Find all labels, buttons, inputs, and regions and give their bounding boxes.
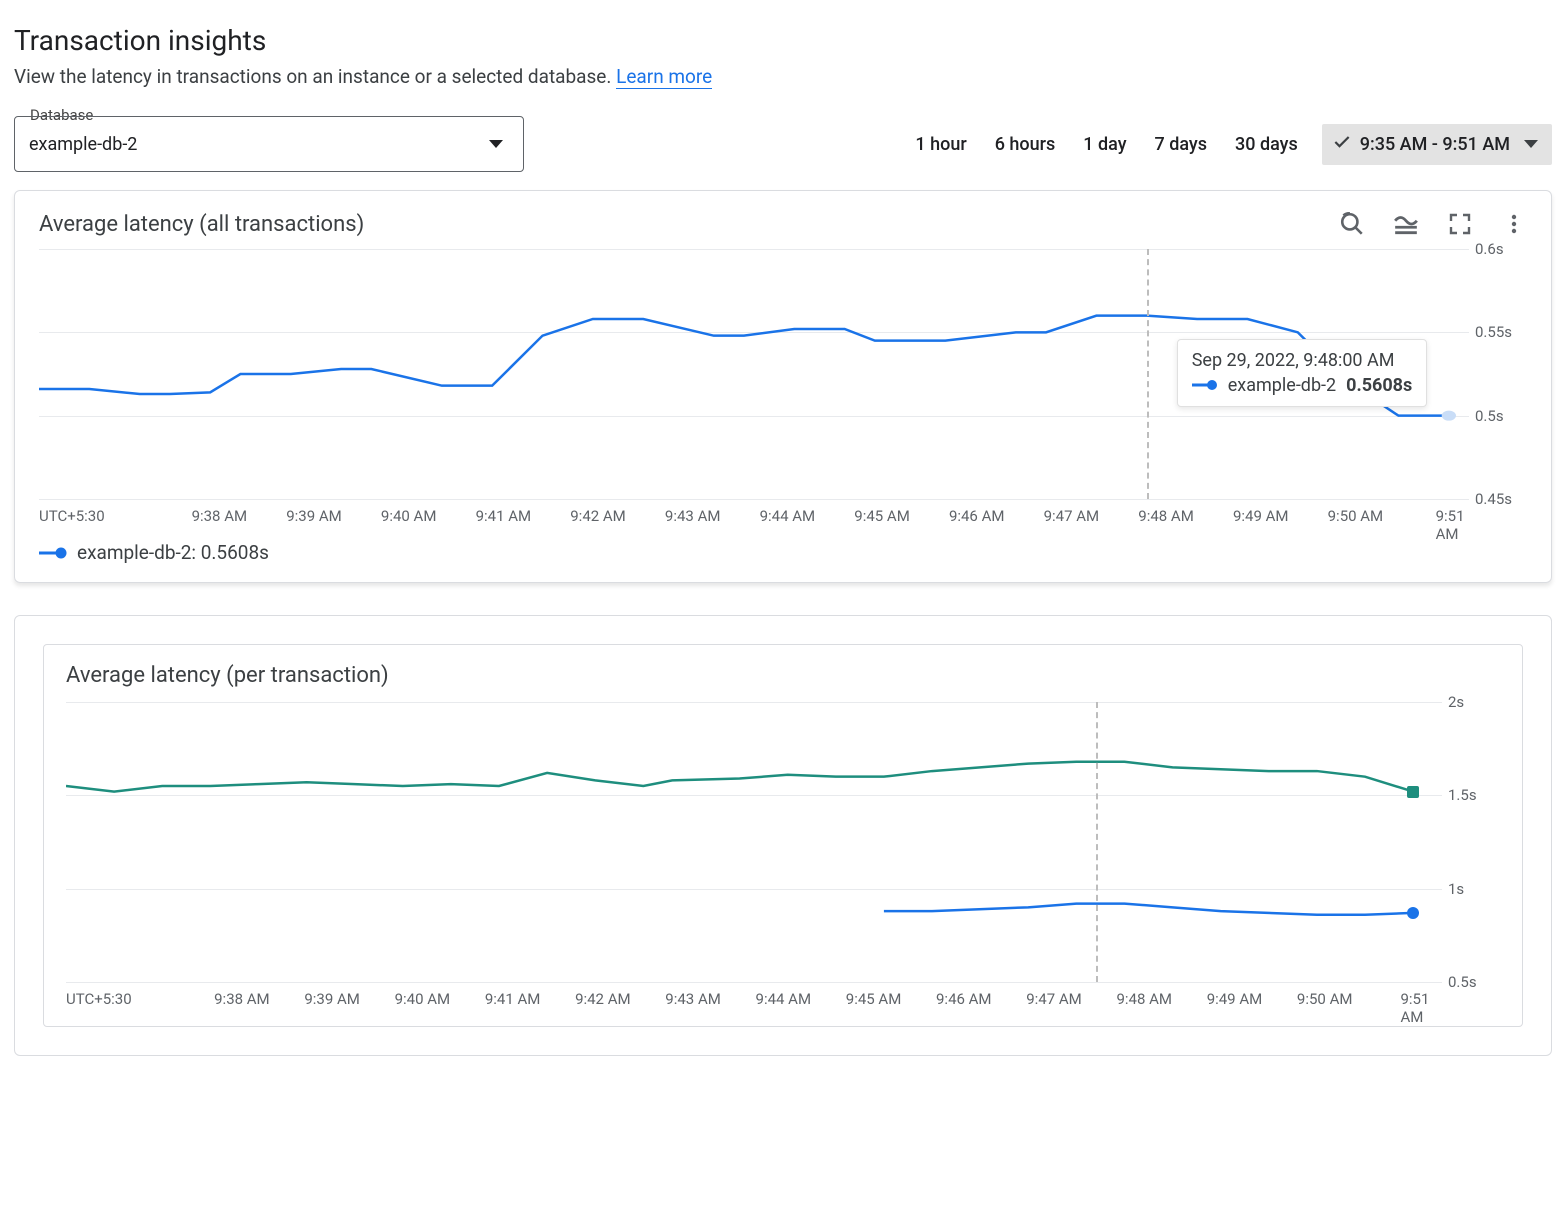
learn-more-link[interactable]: Learn more [616, 65, 712, 89]
x-tick: 9:38 AM [192, 507, 248, 525]
x-tick: 9:49 AM [1233, 507, 1289, 525]
chart-plot-area[interactable]: UTC+5:30 9:38 AM 9:39 AM 9:40 AM 9:41 AM 9:4… [39, 249, 1527, 529]
y-tick: 1.5s [1448, 786, 1500, 804]
x-tick: 9:51 AM [1436, 507, 1465, 543]
x-tick: 9:40 AM [395, 990, 451, 1008]
database-select[interactable]: Database example-db-2 [14, 116, 524, 172]
database-select-value: example-db-2 [29, 134, 489, 155]
controls-row: Database example-db-2 1 hour 6 hours 1 d… [14, 116, 1552, 172]
x-tick: 9:47 AM [1044, 507, 1100, 525]
legend-label: example-db-2: 0.5608s [77, 541, 269, 564]
time-range-row: 1 hour 6 hours 1 day 7 days 30 days 9:35… [901, 124, 1552, 165]
x-tick: 9:38 AM [214, 990, 270, 1008]
x-tick: 9:47 AM [1026, 990, 1082, 1008]
x-tick: 9:39 AM [286, 507, 342, 525]
tooltip-series-mark-icon [1192, 375, 1218, 396]
chart-plot-area[interactable]: UTC+5:30 9:38 AM 9:39 AM 9:40 AM 9:41 AM 9:4… [66, 702, 1500, 1012]
subtitle-text: View the latency in transactions on an i… [14, 65, 616, 88]
x-tick: 9:50 AM [1297, 990, 1353, 1008]
chart-tooltip: Sep 29, 2022, 9:48:00 AM example-db-2 0.… [1177, 339, 1428, 407]
y-tick: 0.55s [1475, 323, 1527, 341]
timezone-label: UTC+5:30 [66, 990, 152, 1012]
series-end-marker [1407, 907, 1419, 919]
x-tick: 9:51 AM [1400, 990, 1429, 1026]
chart-title: Average latency (per transaction) [66, 663, 1500, 688]
range-1-hour[interactable]: 1 hour [901, 124, 980, 165]
page-subtitle: View the latency in transactions on an i… [14, 65, 1552, 88]
x-tick: 9:40 AM [381, 507, 437, 525]
chart-card-per-transaction: Average latency (per transaction) UTC+5:… [14, 615, 1552, 1056]
legend-toggle-icon[interactable] [1393, 211, 1419, 237]
series-end-marker [1407, 786, 1419, 798]
tooltip-series-name: example-db-2 [1228, 375, 1336, 396]
tooltip-time: Sep 29, 2022, 9:48:00 AM [1192, 350, 1413, 371]
y-tick: 0.5s [1448, 973, 1500, 991]
x-tick: 9:42 AM [575, 990, 631, 1008]
zoom-reset-icon[interactable] [1339, 211, 1365, 237]
range-6-hours[interactable]: 6 hours [981, 124, 1070, 165]
x-tick: 9:46 AM [936, 990, 992, 1008]
tooltip-series-value: 0.5608s [1346, 375, 1412, 396]
chart-card-all-transactions: Average latency (all transactions) UTC+5… [14, 190, 1552, 583]
range-custom[interactable]: 9:35 AM - 9:51 AM [1322, 124, 1552, 165]
y-tick: 0.5s [1475, 407, 1527, 425]
x-tick: 9:46 AM [949, 507, 1005, 525]
y-tick: 1s [1448, 880, 1500, 898]
x-tick: 9:44 AM [760, 507, 816, 525]
x-tick: 9:41 AM [485, 990, 541, 1008]
y-tick: 0.45s [1475, 490, 1527, 508]
x-tick: 9:48 AM [1138, 507, 1194, 525]
hover-crosshair [1096, 702, 1098, 982]
x-tick: 9:44 AM [756, 990, 812, 1008]
y-tick: 2s [1448, 693, 1500, 711]
check-icon [1332, 132, 1352, 157]
x-tick: 9:43 AM [665, 990, 721, 1008]
x-tick: 9:48 AM [1116, 990, 1172, 1008]
range-1-day[interactable]: 1 day [1069, 124, 1140, 165]
x-tick: 9:45 AM [846, 990, 902, 1008]
y-tick: 0.6s [1475, 240, 1527, 258]
range-7-days[interactable]: 7 days [1141, 124, 1222, 165]
x-tick: 9:41 AM [476, 507, 532, 525]
caret-down-icon [1524, 140, 1538, 148]
x-tick: 9:42 AM [570, 507, 626, 525]
chart-title: Average latency (all transactions) [39, 212, 364, 237]
hover-crosshair [1147, 249, 1149, 499]
x-tick: 9:39 AM [304, 990, 360, 1008]
page-title: Transaction insights [14, 24, 1552, 57]
caret-down-icon [489, 140, 503, 148]
x-tick: 9:49 AM [1207, 990, 1263, 1008]
legend-mark-icon [39, 546, 67, 560]
more-icon[interactable] [1501, 211, 1527, 237]
timezone-label: UTC+5:30 [39, 507, 125, 529]
chart-actions [1339, 211, 1527, 237]
chart-legend[interactable]: example-db-2: 0.5608s [39, 541, 1527, 564]
x-tick: 9:43 AM [665, 507, 721, 525]
range-30-days[interactable]: 30 days [1221, 124, 1312, 165]
x-tick: 9:45 AM [854, 507, 910, 525]
range-custom-label: 9:35 AM - 9:51 AM [1360, 134, 1510, 155]
x-tick: 9:50 AM [1328, 507, 1384, 525]
fullscreen-icon[interactable] [1447, 211, 1473, 237]
